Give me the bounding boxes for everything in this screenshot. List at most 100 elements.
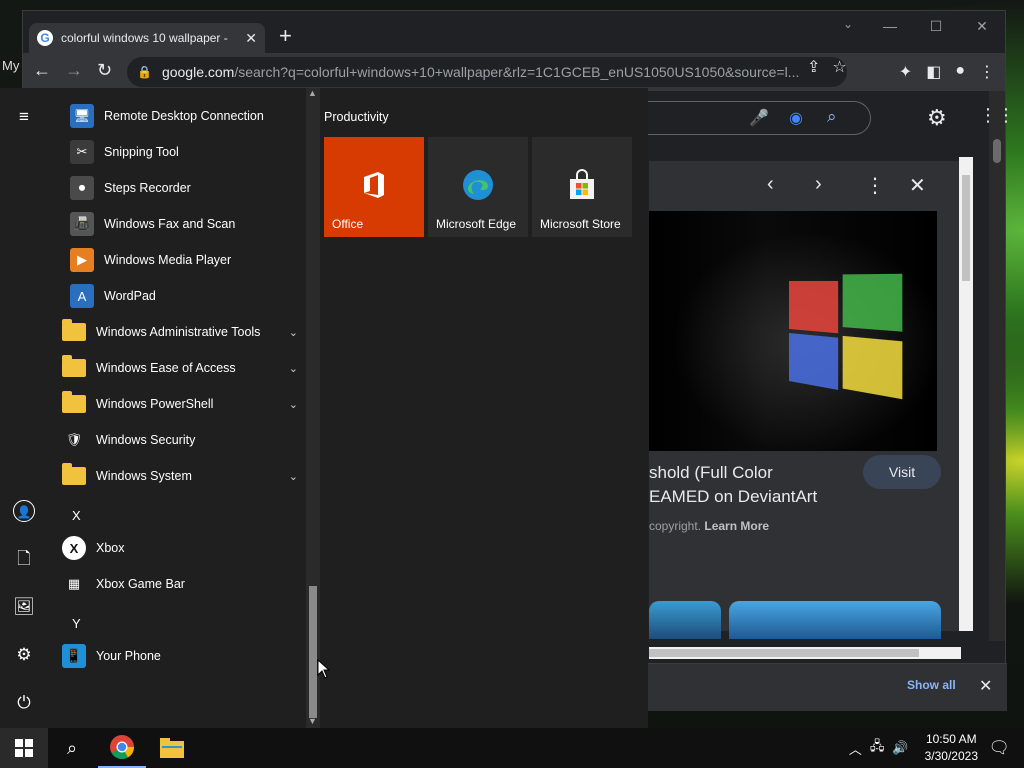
extensions-icon[interactable]: ✦ — [899, 62, 912, 82]
letter-header-y[interactable]: Y — [72, 616, 81, 631]
scrollbar-thumb[interactable] — [309, 586, 317, 718]
tiles-group-title[interactable]: Productivity — [324, 110, 389, 124]
app-xbox-game-bar[interactable]: ▦ Xbox Game Bar — [62, 566, 306, 602]
taskbar-chrome-button[interactable] — [98, 728, 146, 768]
related-image-thumbnail[interactable] — [649, 601, 721, 639]
preview-title[interactable]: shold (Full Color EAMED on DeviantArt — [649, 461, 817, 509]
app-your-phone[interactable]: 📱 Your Phone — [62, 638, 306, 674]
user-account-icon[interactable]: 👤 — [13, 500, 35, 522]
desktop-icon-label[interactable]: My — [2, 58, 19, 73]
taskbar: ⌕ ︿ 🖧 🔊 10:50 AM 3/30/2023 🗨 — [0, 728, 1024, 768]
close-preview-icon[interactable]: ✕ — [909, 173, 926, 198]
side-panel-icon[interactable]: ◧ — [926, 62, 941, 82]
related-image-thumbnail[interactable] — [729, 601, 941, 639]
taskbar-search-button[interactable]: ⌕ — [48, 728, 96, 768]
microphone-icon[interactable]: 🎤 — [749, 108, 769, 128]
app-wordpad[interactable]: A WordPad — [70, 278, 306, 314]
next-image-icon[interactable]: › — [815, 173, 822, 196]
share-icon[interactable]: ⇪ — [807, 57, 820, 77]
lock-icon[interactable]: 🔒 — [137, 65, 152, 79]
start-menu: ≡ 👤 🗋 🖼 ⚙ ⏻ 🖥 Remote Desktop Connection … — [0, 88, 648, 728]
more-options-icon[interactable]: ⋮ — [865, 173, 885, 198]
folder-windows-ease-of-access[interactable]: Windows Ease of Access ⌄ — [62, 350, 306, 386]
app-snipping-tool[interactable]: ✂ Snipping Tool — [70, 134, 306, 170]
image-preview-panel: ‹ › ⋮ ✕ shold (Full Color EAMED on Devia… — [649, 161, 959, 639]
settings-gear-icon[interactable]: ⚙ — [927, 105, 947, 131]
network-icon[interactable]: 🖧 — [870, 737, 885, 759]
letter-header-x[interactable]: X — [72, 508, 81, 523]
xbox-icon: X — [62, 536, 86, 560]
maximize-button[interactable]: ☐ — [913, 11, 959, 41]
preview-horizontal-scrollbar[interactable] — [649, 647, 961, 659]
volume-icon[interactable]: 🔊 — [892, 740, 908, 756]
folder-windows-system[interactable]: Windows System ⌄ — [62, 458, 306, 494]
app-steps-recorder[interactable]: ⏺ Steps Recorder — [70, 170, 306, 206]
app-windows-security[interactable]: 🛡 Windows Security — [62, 422, 306, 458]
page-scrollbar[interactable] — [989, 91, 1005, 641]
tab-search-icon[interactable]: ⌄ — [843, 17, 853, 31]
address-bar[interactable]: 🔒 google.com/search?q=colorful+windows+1… — [127, 57, 847, 87]
hamburger-menu-icon[interactable]: ≡ — [13, 106, 35, 128]
action-center-icon[interactable]: 🗨 — [988, 738, 1010, 758]
show-all-downloads-link[interactable]: Show all — [907, 678, 956, 692]
chevron-down-icon: ⌄ — [288, 398, 298, 411]
search-icon: ⌕ — [66, 737, 78, 758]
app-remote-desktop-connection[interactable]: 🖥 Remote Desktop Connection — [70, 98, 306, 134]
chevron-down-icon: ⌄ — [288, 326, 298, 339]
learn-more-link[interactable]: Learn More — [704, 519, 769, 533]
chrome-icon — [110, 735, 134, 760]
tile-microsoft-store[interactable]: Microsoft Store — [532, 137, 632, 237]
app-windows-fax-and-scan[interactable]: 📠 Windows Fax and Scan — [70, 206, 306, 242]
scroll-up-arrow-icon[interactable]: ▲ — [308, 88, 317, 98]
app-xbox[interactable]: X Xbox — [62, 530, 306, 566]
search-icon[interactable]: ⌕ — [827, 107, 837, 127]
snipping-tool-icon: ✂ — [70, 140, 94, 164]
menu-kebab-icon[interactable]: ⋮ — [979, 62, 995, 82]
edge-icon — [463, 170, 493, 200]
browser-tab[interactable]: G colorful windows 10 wallpaper - ✕ — [29, 23, 265, 53]
clock[interactable]: 10:50 AM 3/30/2023 — [925, 731, 978, 765]
preview-nav: ‹ › ⋮ ✕ — [649, 161, 959, 209]
power-icon[interactable]: ⏻ — [13, 692, 35, 714]
windows-logo-icon — [15, 739, 33, 757]
window-controls: — ☐ ✕ — [867, 11, 1005, 43]
profile-icon[interactable]: ● — [955, 62, 965, 82]
start-button[interactable] — [0, 728, 48, 768]
scroll-down-arrow-icon[interactable]: ▼ — [308, 716, 317, 726]
preview-subtitle: copyright. Learn More — [649, 519, 770, 533]
chevron-down-icon: ⌄ — [288, 470, 298, 483]
google-lens-icon[interactable]: ◉ — [789, 108, 803, 128]
new-tab-button[interactable]: + — [279, 25, 292, 47]
app-windows-media-player[interactable]: ▶ Windows Media Player — [70, 242, 306, 278]
close-download-bar-icon[interactable]: ✕ — [979, 676, 992, 696]
tile-microsoft-edge[interactable]: Microsoft Edge — [428, 137, 528, 237]
fax-scan-icon: 📠 — [70, 212, 94, 236]
visit-button[interactable]: Visit — [863, 455, 941, 489]
tab-close-icon[interactable]: ✕ — [245, 30, 257, 47]
pictures-icon[interactable]: 🖼 — [13, 596, 35, 618]
folder-windows-powershell[interactable]: Windows PowerShell ⌄ — [62, 386, 306, 422]
media-player-icon: ▶ — [70, 248, 94, 272]
settings-icon[interactable]: ⚙ — [13, 644, 35, 666]
remote-desktop-icon: 🖥 — [70, 104, 94, 128]
folder-icon — [62, 355, 86, 380]
close-window-button[interactable]: ✕ — [959, 11, 1005, 41]
show-hidden-icons-chevron-icon[interactable]: ︿ — [849, 739, 862, 758]
preview-vertical-scrollbar[interactable] — [959, 157, 973, 631]
start-rail: ≡ 👤 🗋 🖼 ⚙ ⏻ — [0, 88, 48, 728]
preview-image[interactable] — [649, 211, 937, 451]
start-menu-scrollbar[interactable]: ▲ ▼ — [306, 88, 320, 728]
minimize-button[interactable]: — — [867, 11, 913, 41]
related-images — [649, 601, 941, 639]
phone-icon: 📱 — [62, 644, 86, 668]
documents-icon[interactable]: 🗋 — [13, 548, 35, 570]
back-button[interactable]: ← — [33, 60, 51, 81]
forward-button[interactable]: → — [65, 60, 83, 81]
reload-button[interactable]: ↻ — [97, 60, 112, 81]
bookmark-star-icon[interactable]: ☆ — [832, 57, 846, 77]
tile-office[interactable]: Office — [324, 137, 424, 237]
folder-windows-administrative-tools[interactable]: Windows Administrative Tools ⌄ — [62, 314, 306, 350]
previous-image-icon[interactable]: ‹ — [767, 173, 774, 196]
taskbar-file-explorer-button[interactable] — [148, 728, 196, 768]
shield-icon: 🛡 — [65, 432, 83, 447]
